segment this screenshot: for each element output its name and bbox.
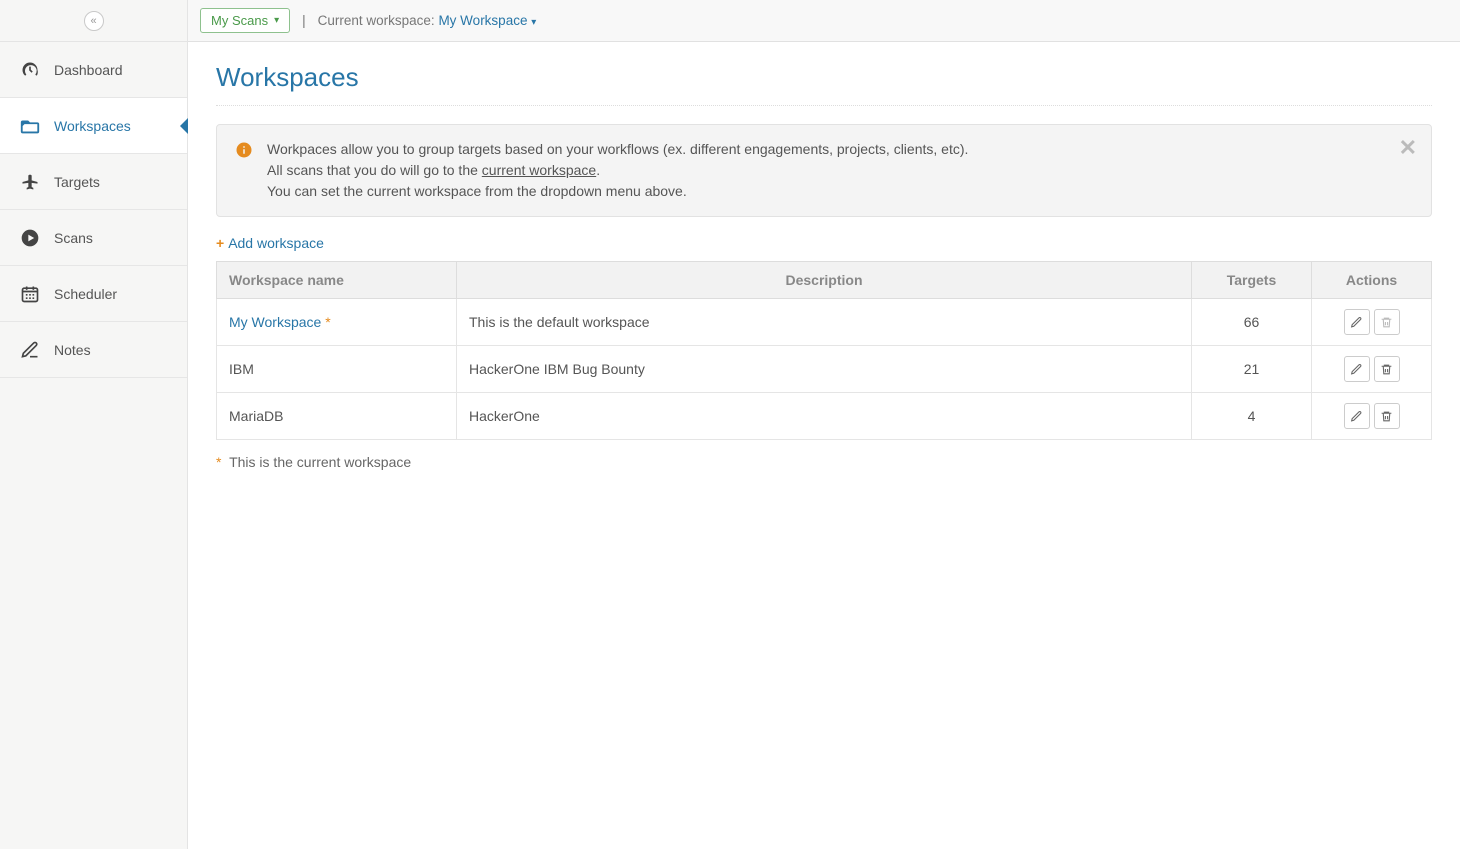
table-row: MariaDB HackerOne 4: [217, 393, 1432, 440]
sidebar-item-label: Scheduler: [54, 286, 117, 302]
sidebar-item-workspaces[interactable]: Workspaces: [0, 98, 187, 154]
sidebar-item-label: Workspaces: [54, 118, 131, 134]
sidebar-item-notes[interactable]: Notes: [0, 322, 187, 378]
edit-icon: [16, 340, 44, 360]
current-ws-prefix: Current workspace:: [318, 13, 435, 28]
edit-workspace-button[interactable]: [1344, 356, 1370, 382]
sidebar-item-label: Dashboard: [54, 62, 123, 78]
workspace-description: HackerOne IBM Bug Bounty: [457, 346, 1192, 393]
sidebar-item-targets[interactable]: Targets: [0, 154, 187, 210]
info-text: Workpaces allow you to group targets bas…: [267, 139, 968, 202]
sidebar-item-scans[interactable]: Scans: [0, 210, 187, 266]
my-scans-dropdown[interactable]: My Scans ▾: [200, 8, 290, 33]
th-actions: Actions: [1312, 262, 1432, 299]
content: Workspaces Workpaces allow you to group …: [188, 42, 1460, 486]
info-line-3: You can set the current workspace from t…: [267, 181, 968, 202]
sidebar-item-label: Scans: [54, 230, 93, 246]
workspace-name-link[interactable]: My Workspace: [229, 314, 321, 330]
workspace-targets: 66: [1192, 299, 1312, 346]
sidebar-item-scheduler[interactable]: Scheduler: [0, 266, 187, 322]
main: My Scans ▾ | Current workspace: My Works…: [188, 0, 1460, 849]
add-workspace-label: Add workspace: [228, 235, 324, 251]
current-ws-name: My Workspace: [438, 13, 527, 28]
caret-down-icon: ▾: [531, 17, 536, 28]
dashboard-icon: [16, 60, 44, 80]
workspace-name: MariaDB: [217, 393, 457, 440]
play-circle-icon: [16, 228, 44, 248]
edit-workspace-button[interactable]: [1344, 309, 1370, 335]
info-line-2: All scans that you do will go to the cur…: [267, 160, 968, 181]
info-line2-prefix: All scans that you do will go to the: [267, 162, 482, 178]
plane-icon: [16, 172, 44, 192]
my-scans-label: My Scans: [211, 13, 268, 28]
delete-workspace-button[interactable]: [1374, 309, 1400, 335]
delete-workspace-button[interactable]: [1374, 356, 1400, 382]
edit-workspace-button[interactable]: [1344, 403, 1370, 429]
workspace-name: IBM: [217, 346, 457, 393]
info-icon: [235, 141, 253, 159]
workspace-targets: 4: [1192, 393, 1312, 440]
workspace-description: This is the default workspace: [457, 299, 1192, 346]
footnote: * This is the current workspace: [216, 454, 1432, 470]
sidebar-item-label: Notes: [54, 342, 91, 358]
sidebar-item-dashboard[interactable]: Dashboard: [0, 42, 187, 98]
sidebar: « Dashboard Workspaces Targets Sc: [0, 0, 188, 849]
info-line2-suffix: .: [596, 162, 600, 178]
current-workspace-label: Current workspace: My Workspace ▾: [318, 13, 537, 28]
info-line2-link: current workspace: [482, 162, 596, 178]
add-workspace-link[interactable]: + Add workspace: [216, 235, 324, 251]
current-asterisk: *: [325, 314, 330, 330]
footnote-asterisk: *: [216, 454, 221, 470]
sidebar-collapse-row: «: [0, 0, 187, 42]
workspace-description: HackerOne: [457, 393, 1192, 440]
close-info-button[interactable]: ✕: [1399, 135, 1417, 161]
table-row: IBM HackerOne IBM Bug Bounty 21: [217, 346, 1432, 393]
delete-workspace-button[interactable]: [1374, 403, 1400, 429]
info-box: Workpaces allow you to group targets bas…: [216, 124, 1432, 217]
table-row: My Workspace * This is the default works…: [217, 299, 1432, 346]
topbar-separator: |: [302, 13, 306, 28]
workspaces-table: Workspace name Description Targets Actio…: [216, 261, 1432, 440]
workspace-targets: 21: [1192, 346, 1312, 393]
page-title: Workspaces: [216, 58, 1432, 106]
sidebar-item-label: Targets: [54, 174, 100, 190]
current-workspace-dropdown[interactable]: My Workspace ▾: [438, 13, 536, 28]
plus-icon: +: [216, 235, 224, 251]
calendar-icon: [16, 284, 44, 304]
th-targets: Targets: [1192, 262, 1312, 299]
topbar: My Scans ▾ | Current workspace: My Works…: [188, 0, 1460, 42]
th-description: Description: [457, 262, 1192, 299]
chevron-down-icon: ▾: [274, 15, 279, 26]
chevron-left-icon: «: [90, 15, 96, 27]
info-line-1: Workpaces allow you to group targets bas…: [267, 139, 968, 160]
th-name: Workspace name: [217, 262, 457, 299]
folder-open-icon: [16, 115, 44, 137]
collapse-sidebar-button[interactable]: «: [84, 11, 104, 31]
footnote-text: This is the current workspace: [229, 454, 411, 470]
